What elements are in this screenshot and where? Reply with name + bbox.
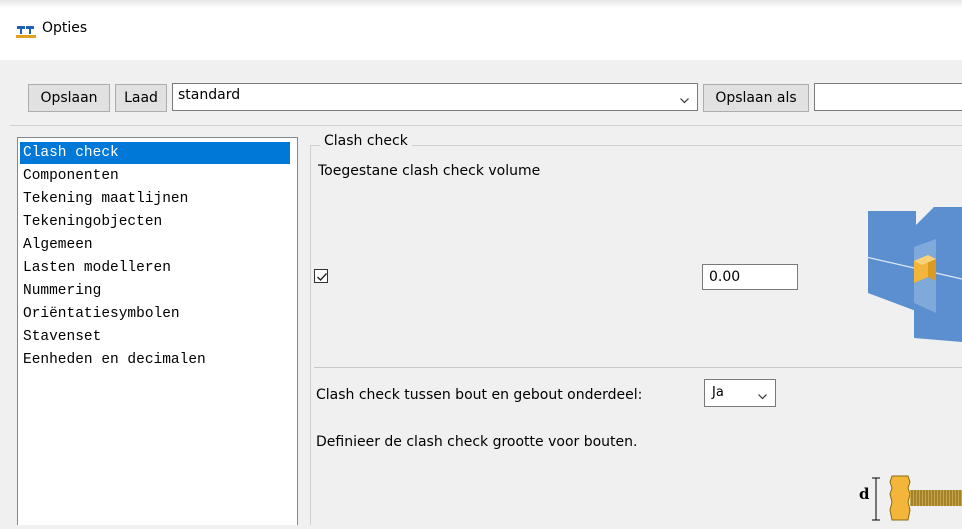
nav-item-clash-check[interactable]: Clash check — [20, 142, 290, 164]
save-as-name-input[interactable] — [814, 83, 962, 111]
toolbar-separator — [10, 125, 962, 126]
title-bar: Opties — [0, 0, 962, 60]
nav-item-stavenset[interactable]: Stavenset — [20, 326, 290, 348]
options-category-list[interactable]: Clash check Componenten Tekening maatlij… — [17, 137, 298, 525]
app-icon — [16, 23, 36, 39]
volume-label: Toegestane clash check volume — [318, 163, 541, 179]
nav-item-orientatiesymbolen[interactable]: Oriëntatiesymbolen — [20, 303, 290, 325]
save-as-button[interactable]: Opslaan als — [703, 84, 809, 112]
title-bar-top-edge — [0, 0, 962, 8]
bolt-clash-label: Clash check tussen bout en gebout onderd… — [316, 387, 643, 403]
preset-value: standard — [178, 87, 241, 103]
nav-item-componenten[interactable]: Componenten — [20, 165, 290, 187]
checkmark-icon — [317, 273, 328, 282]
bolt-clash-value: Ja — [712, 385, 724, 400]
nav-item-tekeningobjecten[interactable]: Tekeningobjecten — [20, 211, 290, 233]
bolt-size-label: Definieer de clash check grootte voor bo… — [316, 434, 638, 450]
volume-checkbox[interactable] — [314, 269, 328, 283]
save-button[interactable]: Opslaan — [28, 84, 110, 112]
section-separator — [314, 367, 962, 368]
nav-item-algemeen[interactable]: Algemeen — [20, 234, 290, 256]
volume-input[interactable]: 0.00 — [702, 264, 798, 290]
nav-item-nummering[interactable]: Nummering — [20, 280, 290, 302]
nav-item-tekening-maatlijnen[interactable]: Tekening maatlijnen — [20, 188, 290, 210]
clash-volume-illustration — [865, 207, 962, 346]
nav-item-eenheden-en-decimalen[interactable]: Eenheden en decimalen — [20, 349, 290, 371]
nav-item-lasten-modelleren[interactable]: Lasten modelleren — [20, 257, 290, 279]
window-title: Opties — [42, 20, 88, 36]
group-title: Clash check — [320, 133, 412, 149]
chevron-down-icon — [680, 93, 689, 104]
bolt-clash-dropdown[interactable]: Ja — [704, 379, 776, 407]
load-button[interactable]: Laad — [115, 84, 167, 112]
chevron-down-icon — [758, 390, 767, 400]
preset-dropdown[interactable]: standard — [172, 83, 698, 111]
dimension-d-label: d — [859, 485, 870, 503]
